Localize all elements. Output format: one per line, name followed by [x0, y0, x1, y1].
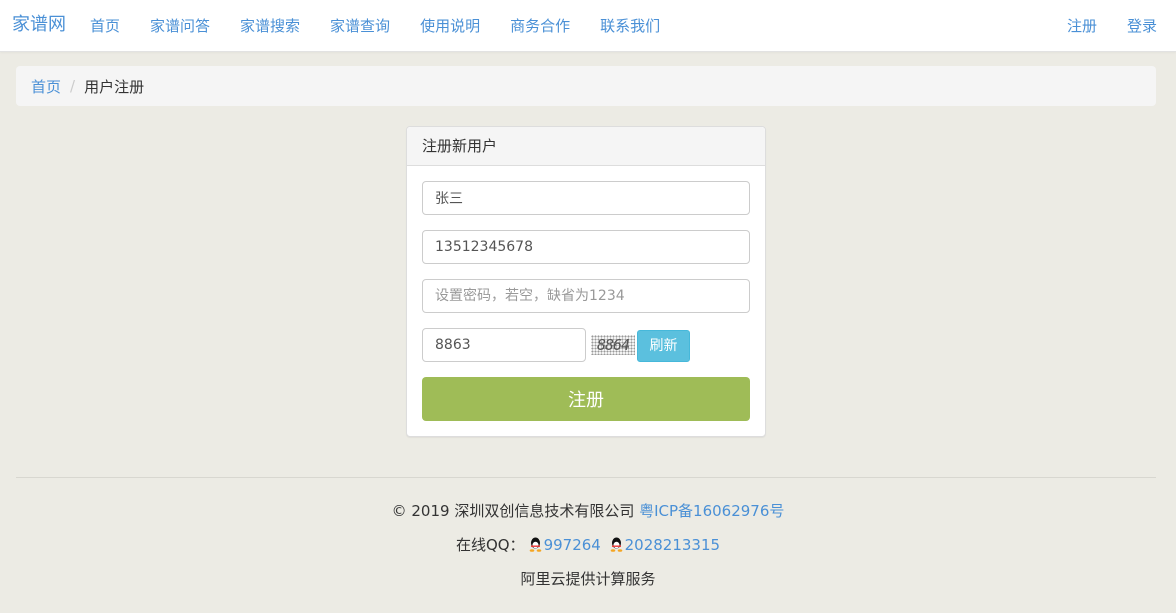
nav-home[interactable]: 首页	[75, 0, 135, 52]
name-input[interactable]	[422, 181, 750, 215]
main-nav: 首页 家谱问答 家谱搜索 家谱查询 使用说明 商务合作 联系我们	[75, 0, 675, 52]
register-panel: 注册新用户 8864 刷新 注册	[406, 126, 766, 437]
qq-link-2[interactable]: 2028213315	[625, 536, 720, 554]
register-submit-button[interactable]: 注册	[422, 377, 750, 421]
brand-logo-link[interactable]: 家谱网	[12, 10, 66, 36]
top-navbar: 家谱网 首页 家谱问答 家谱搜索 家谱查询 使用说明 商务合作 联系我们 注册 …	[0, 0, 1176, 52]
nav-login[interactable]: 登录	[1112, 0, 1172, 52]
qq-label: 在线QQ：	[455, 536, 525, 554]
account-nav: 注册 登录	[1052, 0, 1172, 52]
phone-input[interactable]	[422, 230, 750, 264]
breadcrumb-current: 用户注册	[84, 77, 145, 96]
captcha-input[interactable]	[422, 328, 586, 362]
nav-search[interactable]: 家谱搜索	[225, 0, 315, 52]
footer-divider	[16, 477, 1156, 478]
footer-copyright-line: © 2019 深圳双创信息技术有限公司 粤ICP备16062976号	[0, 500, 1176, 521]
qq-penguin-icon	[529, 537, 541, 552]
footer-qq-line: 在线QQ： 997264 2028213315	[0, 534, 1176, 555]
refresh-captcha-button[interactable]: 刷新	[637, 330, 690, 362]
nav-qa[interactable]: 家谱问答	[135, 0, 225, 52]
nav-query[interactable]: 家谱查询	[315, 0, 405, 52]
hosting-text: 阿里云提供计算服务	[520, 570, 656, 588]
nav-contact[interactable]: 联系我们	[585, 0, 675, 52]
nav-register[interactable]: 注册	[1052, 0, 1112, 52]
breadcrumb-separator: /	[70, 77, 76, 95]
icp-link[interactable]: 粤ICP备16062976号	[639, 502, 784, 520]
breadcrumb-home-link[interactable]: 首页	[31, 76, 61, 97]
nav-help[interactable]: 使用说明	[405, 0, 495, 52]
panel-title: 注册新用户	[407, 127, 765, 166]
qq-penguin-icon	[610, 537, 622, 552]
copyright-text: © 2019 深圳双创信息技术有限公司	[391, 502, 640, 520]
nav-business[interactable]: 商务合作	[495, 0, 585, 52]
captcha-image: 8864	[591, 335, 635, 355]
password-input[interactable]	[422, 279, 750, 313]
breadcrumb: 首页 / 用户注册	[16, 66, 1156, 106]
qq-link-1[interactable]: 997264	[544, 536, 601, 554]
